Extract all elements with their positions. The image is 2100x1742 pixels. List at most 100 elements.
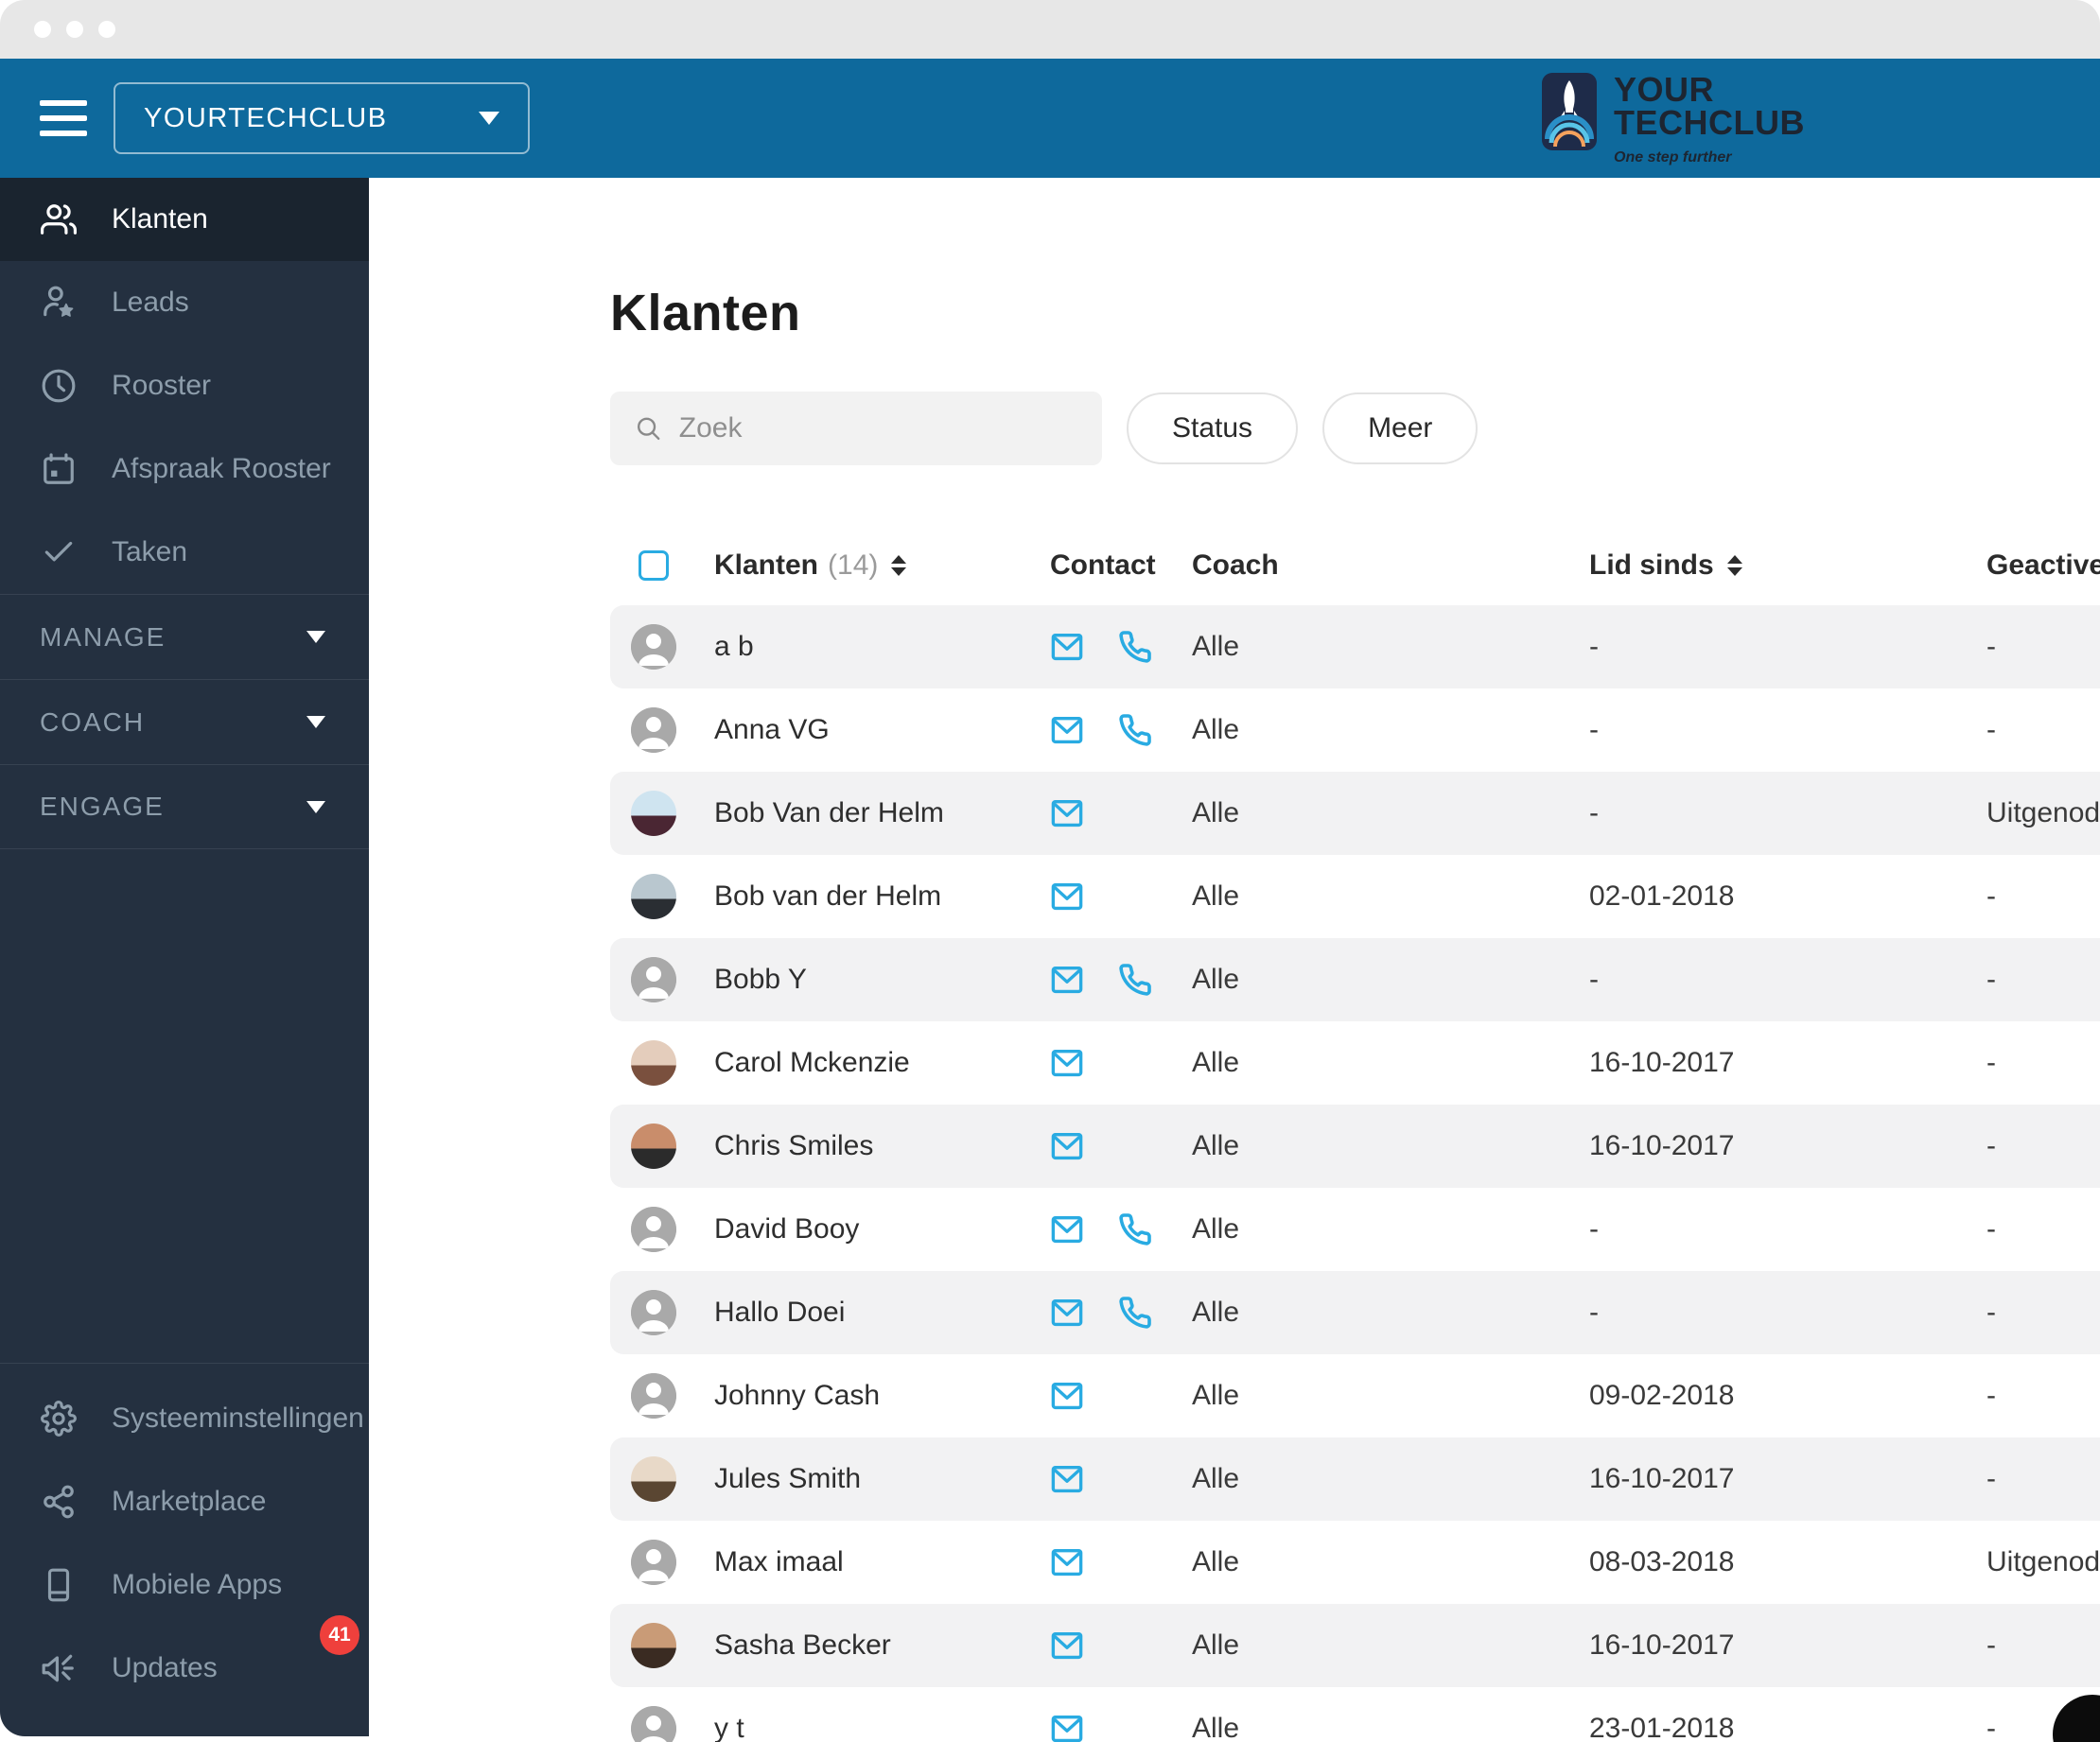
phone-icon[interactable] (1118, 713, 1152, 747)
window-control-dot[interactable] (98, 21, 115, 38)
client-name: Sasha Becker (714, 1629, 891, 1661)
mail-icon[interactable] (1050, 1129, 1084, 1163)
column-klanten: Klanten (714, 549, 819, 581)
brand-logo: YOUR TECHCLUB One step further (1542, 70, 1805, 166)
phone-icon[interactable] (1118, 963, 1152, 997)
select-all-checkbox[interactable] (639, 550, 669, 581)
table-row[interactable]: Carol Mckenzie Alle 16-10-2017 - (610, 1021, 2100, 1105)
search-icon (637, 417, 660, 440)
geactiveerd-cell: - (1986, 1130, 1996, 1161)
lid-sinds-cell: 09-02-2018 (1589, 1380, 1735, 1411)
column-lid-sinds: Lid sinds (1589, 549, 1714, 581)
table-row[interactable]: Max imaal Alle 08-03-2018 Uitgenodigd (610, 1521, 2100, 1604)
sidebar-section-manage[interactable]: MANAGE (0, 594, 369, 679)
sidebar-item-taken[interactable]: Taken (0, 511, 369, 594)
mail-icon[interactable] (1050, 1046, 1084, 1080)
table-row[interactable]: Sasha Becker Alle 16-10-2017 - (610, 1604, 2100, 1687)
contact-cell (1050, 880, 1192, 914)
sidebar-item-label: Klanten (112, 203, 208, 235)
geactiveerd-cell: - (1986, 964, 1996, 995)
client-name: Max imaal (714, 1546, 844, 1577)
mail-icon[interactable] (1050, 1212, 1084, 1246)
contact-cell (1050, 630, 1192, 664)
sidebar-item-updates[interactable]: Updates 41 (0, 1615, 369, 1710)
table-row[interactable]: Bobb Y Alle - - (610, 938, 2100, 1021)
search-input[interactable] (678, 412, 1077, 444)
avatar-placeholder (631, 624, 676, 670)
table-row[interactable]: Jules Smith Alle 16-10-2017 - (610, 1437, 2100, 1521)
logo-text-line1: YOUR (1614, 70, 1715, 109)
table-row[interactable]: Bob Van der Helm Alle - Uitgenodigd (610, 772, 2100, 855)
table-row[interactable]: Hallo Doei Alle - - (610, 1271, 2100, 1354)
megaphone-icon (40, 1649, 78, 1687)
sidebar-item-afspraak-rooster[interactable]: Afspraak Rooster (0, 427, 369, 511)
geactiveerd-cell: Uitgenodigd (1986, 1546, 2100, 1577)
main-content: Klanten Status Meer Klanten (14) (369, 178, 2100, 1742)
contact-cell (1050, 1629, 1192, 1663)
sidebar-section-coach[interactable]: COACH (0, 679, 369, 764)
lid-sinds-cell: 16-10-2017 (1589, 1463, 1735, 1494)
contact-cell (1050, 1379, 1192, 1413)
meer-filter-button[interactable]: Meer (1322, 392, 1479, 464)
sidebar-item-mobiele-apps[interactable]: Mobiele Apps (0, 1543, 369, 1627)
table-row[interactable]: y t Alle 23-01-2018 - (610, 1687, 2100, 1742)
window-control-dot[interactable] (34, 21, 51, 38)
client-name: Carol Mckenzie (714, 1047, 910, 1078)
lid-sinds-cell: - (1589, 1213, 1599, 1245)
coach-cell: Alle (1192, 964, 1240, 995)
client-name: Bob van der Helm (714, 880, 942, 912)
window-control-dot[interactable] (66, 21, 83, 38)
calendar-icon (40, 450, 78, 488)
hamburger-menu-icon[interactable] (40, 100, 87, 136)
sidebar-item-marketplace[interactable]: Marketplace (0, 1460, 369, 1543)
smartphone-icon (40, 1566, 78, 1604)
sidebar-item-label: Updates (112, 1652, 218, 1683)
search-box[interactable] (610, 392, 1102, 465)
mail-icon[interactable] (1050, 1296, 1084, 1330)
table-row[interactable]: Chris Smiles Alle 16-10-2017 - (610, 1105, 2100, 1188)
status-filter-button[interactable]: Status (1127, 392, 1299, 464)
sidebar-item-leads[interactable]: Leads (0, 261, 369, 344)
geactiveerd-cell: - (1986, 714, 1996, 745)
table-row[interactable]: Bob van der Helm Alle 02-01-2018 - (610, 855, 2100, 938)
contact-cell (1050, 1212, 1192, 1246)
coach-cell: Alle (1192, 880, 1240, 912)
mail-icon[interactable] (1050, 1462, 1084, 1496)
sidebar-item-label: Rooster (112, 370, 212, 401)
mail-icon[interactable] (1050, 1379, 1084, 1413)
sidebar-item-rooster[interactable]: Rooster (0, 344, 369, 427)
sidebar-item-klanten[interactable]: Klanten (0, 178, 369, 261)
mail-icon[interactable] (1050, 630, 1084, 664)
coach-cell: Alle (1192, 1546, 1240, 1577)
mail-icon[interactable] (1050, 1629, 1084, 1663)
lid-sinds-cell: - (1589, 714, 1599, 745)
geactiveerd-cell: - (1986, 1629, 1996, 1661)
phone-icon[interactable] (1118, 630, 1152, 664)
phone-icon[interactable] (1118, 1212, 1152, 1246)
logo-text-line2: TECHCLUB (1614, 103, 1805, 143)
geactiveerd-cell: - (1986, 1047, 1996, 1078)
table-row[interactable]: Anna VG Alle - - (610, 688, 2100, 772)
sort-icon[interactable] (891, 555, 907, 576)
mail-icon[interactable] (1050, 713, 1084, 747)
club-selector-dropdown[interactable]: YOURTECHCLUB (114, 82, 530, 154)
mail-icon[interactable] (1050, 1712, 1084, 1742)
mail-icon[interactable] (1050, 880, 1084, 914)
sort-icon[interactable] (1726, 555, 1742, 576)
table-row[interactable]: a b Alle - - (610, 605, 2100, 688)
sidebar-section-engage[interactable]: ENGAGE (0, 764, 369, 849)
sidebar-item-systeeminstellingen[interactable]: Systeeminstellingen (0, 1377, 369, 1460)
mail-icon[interactable] (1050, 1545, 1084, 1579)
table-row[interactable]: Johnny Cash Alle 09-02-2018 - (610, 1354, 2100, 1437)
column-geactiveerd: Geactiveerd (1986, 549, 2100, 581)
phone-icon[interactable] (1118, 1296, 1152, 1330)
table-row[interactable]: David Booy Alle - - (610, 1188, 2100, 1271)
coach-cell: Alle (1192, 797, 1240, 828)
mail-icon[interactable] (1050, 963, 1084, 997)
lid-sinds-cell: 23-01-2018 (1589, 1713, 1735, 1742)
chevron-down-icon (306, 800, 325, 813)
sidebar-item-label: Taken (112, 536, 188, 567)
table-header-row: Klanten (14) Contact Coach Lid sinds Gea… (610, 526, 2100, 605)
mail-icon[interactable] (1050, 796, 1084, 830)
page-title: Klanten (610, 285, 801, 341)
